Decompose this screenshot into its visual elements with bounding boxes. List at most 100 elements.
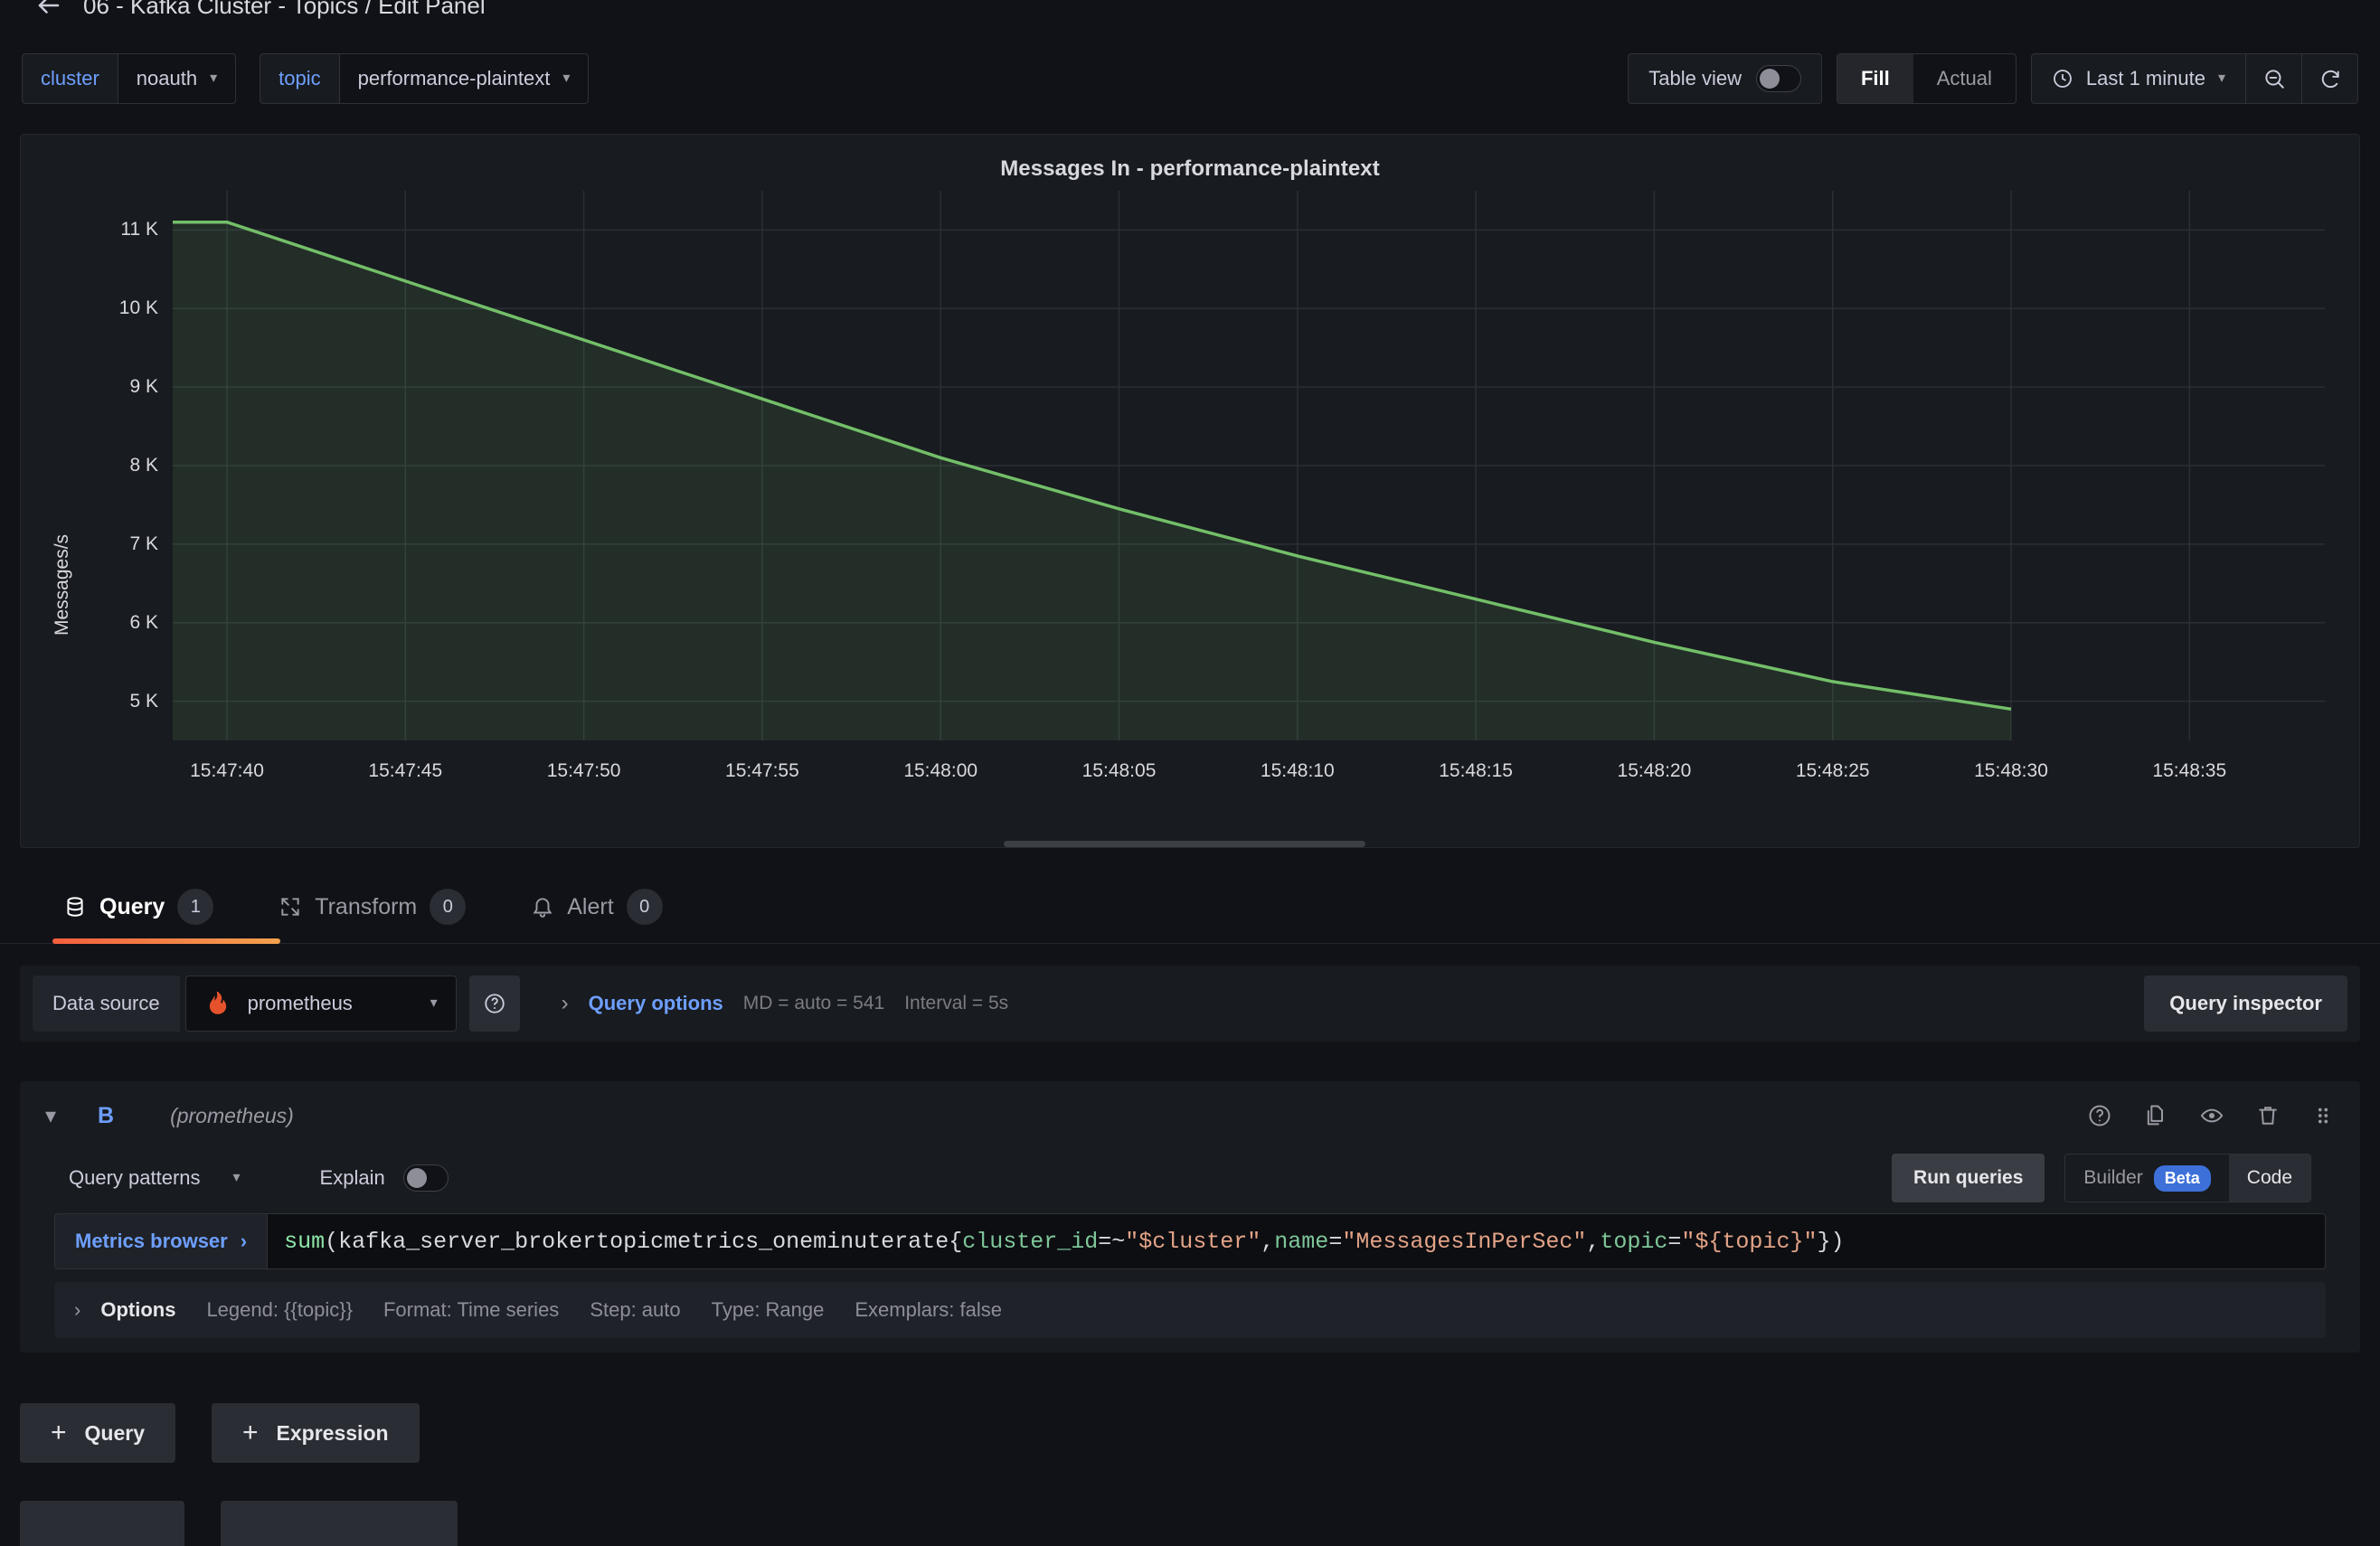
chevron-down-icon: ▾ bbox=[210, 71, 218, 86]
arrow-left-icon[interactable] bbox=[31, 0, 67, 24]
refresh-icon[interactable] bbox=[2302, 53, 2358, 104]
query-actions bbox=[2087, 1103, 2335, 1128]
edit-panel-page: 06 - Kafka Cluster - Topics / Edit Panel… bbox=[0, 0, 2380, 1546]
metrics-browser-label: Metrics browser bbox=[75, 1230, 228, 1252]
add-expression-button[interactable]: + Expression bbox=[212, 1403, 420, 1463]
breadcrumb[interactable]: 06 - Kafka Cluster - Topics / Edit Panel bbox=[83, 0, 486, 20]
plus-icon: + bbox=[51, 1418, 67, 1447]
datasource-picker[interactable]: prometheus ▾ bbox=[184, 976, 457, 1032]
add-buttons-row: + Query + Expression bbox=[20, 1403, 420, 1463]
promql-token-4: "$cluster" bbox=[1125, 1228, 1261, 1255]
plot-area bbox=[173, 191, 2325, 740]
promql-token-13: }) bbox=[1817, 1228, 1845, 1255]
code-mode-button[interactable]: Code bbox=[2228, 1155, 2310, 1202]
add-expression-button-partial[interactable] bbox=[221, 1501, 458, 1546]
bell-icon bbox=[531, 895, 554, 919]
option-exemplars: Exemplars: false bbox=[855, 1298, 1002, 1321]
promql-token-6: name bbox=[1274, 1228, 1329, 1255]
chevron-right-icon: › bbox=[74, 1298, 81, 1321]
chevron-right-icon: › bbox=[240, 1230, 248, 1252]
tab-alert-badge: 0 bbox=[626, 889, 663, 925]
tab-query-label: Query bbox=[99, 893, 165, 919]
x-axis-tick-label: 15:48:35 bbox=[2152, 760, 2227, 781]
actual-button[interactable]: Actual bbox=[1913, 54, 2016, 103]
builder-mode-button[interactable]: Builder Beta bbox=[2065, 1155, 2228, 1202]
x-axis-tick-label: 15:48:30 bbox=[1974, 760, 2048, 781]
transform-icon bbox=[279, 895, 302, 919]
query-patterns-dropdown[interactable]: Query patterns ▾ bbox=[69, 1166, 241, 1190]
explain-toggle[interactable]: Explain bbox=[320, 1164, 449, 1192]
query-toolbar: Query patterns ▾ Explain Run queries Bui… bbox=[20, 1150, 2360, 1206]
add-query-button-partial[interactable] bbox=[20, 1501, 184, 1546]
tab-query[interactable]: Query 1 bbox=[31, 870, 280, 944]
promql-token-3: =~ bbox=[1098, 1228, 1126, 1255]
datasource-label: Data source bbox=[33, 976, 180, 1032]
query-datasource-name: (prometheus) bbox=[170, 1103, 294, 1127]
time-range-value: Last 1 minute bbox=[2085, 67, 2205, 90]
chevron-right-icon[interactable]: › bbox=[562, 991, 569, 1016]
query-options-summary[interactable]: › Options Legend: {{topic}} Format: Time… bbox=[54, 1282, 2326, 1338]
visualization-panel: Messages In - performance-plaintext Mess… bbox=[20, 134, 2360, 848]
option-step: Step: auto bbox=[590, 1298, 681, 1321]
x-axis-tick-label: 15:48:20 bbox=[1617, 760, 1692, 781]
explain-label: Explain bbox=[319, 1166, 385, 1189]
tab-transform-label: Transform bbox=[315, 893, 418, 919]
x-axis-tick-label: 15:47:40 bbox=[190, 760, 264, 781]
tab-transform[interactable]: Transform 0 bbox=[246, 870, 498, 944]
duplicate-icon[interactable] bbox=[2143, 1103, 2168, 1128]
table-view-toggle[interactable]: Table view bbox=[1628, 53, 1822, 104]
x-axis-tick-label: 15:47:50 bbox=[546, 760, 621, 781]
help-circle-icon[interactable] bbox=[468, 976, 520, 1032]
explain-switch[interactable] bbox=[402, 1164, 449, 1192]
add-buttons-row-partial bbox=[20, 1501, 458, 1546]
zoom-out-icon[interactable] bbox=[2246, 53, 2302, 104]
chevron-down-icon: ▾ bbox=[2217, 71, 2225, 86]
table-view-label: Table view bbox=[1648, 67, 1742, 90]
drag-handle-icon[interactable] bbox=[2311, 1103, 2335, 1128]
query-patterns-label: Query patterns bbox=[69, 1166, 201, 1189]
promql-token-7: = bbox=[1328, 1228, 1343, 1255]
help-circle-icon[interactable] bbox=[2087, 1103, 2112, 1128]
promql-token-1: (kafka_server_brokertopicmetrics_oneminu… bbox=[325, 1228, 963, 1255]
options-title: Options bbox=[100, 1298, 176, 1321]
variable-topic-select[interactable]: performance-plaintext ▾ bbox=[338, 53, 590, 104]
time-series-chart[interactable]: Messages/s 5 K6 K7 K8 K9 K 10 K 11 K 15:47… bbox=[21, 184, 2361, 849]
table-view-switch[interactable] bbox=[1755, 65, 1801, 92]
query-inspector-button[interactable]: Query inspector bbox=[2144, 976, 2347, 1032]
datasource-value: prometheus bbox=[247, 992, 353, 1014]
query-ref-id[interactable]: B bbox=[98, 1103, 114, 1129]
prometheus-icon bbox=[204, 990, 231, 1017]
beta-badge: Beta bbox=[2153, 1164, 2211, 1192]
tab-query-badge: 1 bbox=[177, 889, 214, 925]
database-icon bbox=[63, 895, 87, 919]
query-header: ▾ B (prometheus) bbox=[20, 1081, 2360, 1150]
variable-cluster-select[interactable]: noauth ▾ bbox=[117, 53, 237, 104]
query-expression-row: Metrics browser › sum (kafka_server_brok… bbox=[54, 1213, 2326, 1269]
panel-resize-handle[interactable] bbox=[1004, 841, 1365, 847]
eye-icon[interactable] bbox=[2199, 1103, 2224, 1128]
interval-text: Interval = 5s bbox=[904, 993, 1009, 1013]
add-expression-label: Expression bbox=[276, 1420, 389, 1445]
variable-cluster: cluster noauth ▾ bbox=[22, 53, 237, 104]
time-range-picker[interactable]: Last 1 minute ▾ bbox=[2030, 53, 2246, 104]
variable-cluster-label: cluster bbox=[22, 53, 118, 104]
run-queries-button[interactable]: Run queries bbox=[1892, 1154, 2045, 1202]
query-options-link[interactable]: Query options bbox=[589, 992, 723, 1015]
add-query-button[interactable]: + Query bbox=[20, 1403, 176, 1463]
x-axis-tick-label: 15:48:00 bbox=[903, 760, 978, 781]
x-axis-tick-label: 15:47:45 bbox=[368, 760, 443, 781]
chevron-down-icon[interactable]: ▾ bbox=[45, 1103, 81, 1129]
variable-topic-value: performance-plaintext bbox=[357, 67, 551, 90]
trash-icon[interactable] bbox=[2255, 1103, 2281, 1128]
plus-icon: + bbox=[242, 1418, 259, 1447]
variable-cluster-value: noauth bbox=[136, 67, 198, 90]
option-legend: Legend: {{topic}} bbox=[206, 1298, 353, 1321]
chevron-down-icon: ▾ bbox=[232, 1170, 241, 1185]
panel-title: Messages In - performance-plaintext bbox=[1000, 156, 1380, 181]
chevron-down-icon: ▾ bbox=[562, 71, 571, 86]
metrics-browser-button[interactable]: Metrics browser › bbox=[54, 1213, 268, 1269]
fill-button[interactable]: Fill bbox=[1837, 54, 1913, 103]
promql-code-input[interactable]: sum (kafka_server_brokertopicmetrics_one… bbox=[267, 1213, 2326, 1269]
tab-alert[interactable]: Alert 0 bbox=[498, 870, 694, 944]
promql-token-8: "MessagesInPerSec" bbox=[1342, 1228, 1587, 1255]
